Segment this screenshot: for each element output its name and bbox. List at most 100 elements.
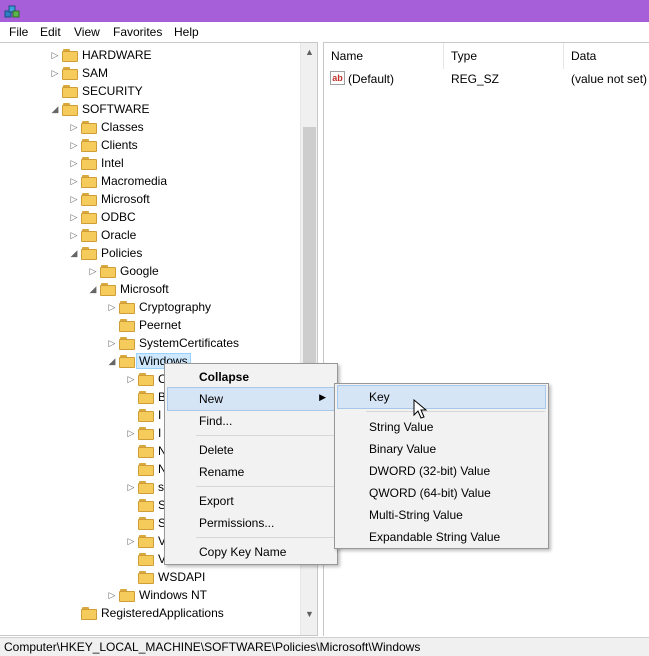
menu-help[interactable]: Help	[174, 25, 199, 39]
folder-icon	[62, 85, 78, 98]
tree-node-label: ODBC	[101, 210, 136, 224]
menu-new[interactable]: New ▶	[167, 387, 335, 411]
column-header-name[interactable]: Name	[324, 43, 444, 69]
tree-node-label: Microsoft	[120, 282, 169, 296]
tree-node[interactable]: ▷ Windows NT	[0, 586, 299, 604]
menu-favorites[interactable]: Favorites	[113, 25, 162, 39]
expand-arrow-icon[interactable]: ▷	[126, 370, 136, 388]
folder-icon	[119, 337, 135, 350]
submenu-multi-string-value[interactable]: Multi-String Value	[338, 504, 545, 526]
scroll-up-icon[interactable]: ▲	[305, 47, 314, 57]
tree-node[interactable]: ▷ Intel	[0, 154, 299, 172]
expand-arrow-icon	[126, 568, 136, 586]
menu-bar: File Edit View Favorites Help	[0, 22, 649, 42]
expand-arrow-icon[interactable]: ▷	[50, 64, 60, 82]
folder-icon	[138, 553, 154, 566]
tree-node[interactable]: ▷ Oracle	[0, 226, 299, 244]
tree-node[interactable]: SECURITY	[0, 82, 299, 100]
menu-rename[interactable]: Rename	[168, 461, 334, 483]
tree-node[interactable]: ▷ Classes	[0, 118, 299, 136]
folder-icon	[100, 265, 116, 278]
folder-icon	[138, 373, 154, 386]
submenu-qword-value[interactable]: QWORD (64-bit) Value	[338, 482, 545, 504]
collapse-arrow-icon[interactable]: ◢	[69, 244, 79, 262]
collapse-arrow-icon[interactable]: ◢	[50, 100, 60, 118]
expand-arrow-icon[interactable]: ▷	[69, 172, 79, 190]
submenu-string-value[interactable]: String Value	[338, 416, 545, 438]
tree-node[interactable]: ▷ ODBC	[0, 208, 299, 226]
tree-node[interactable]: ▷ Microsoft	[0, 190, 299, 208]
tree-node-label: Intel	[101, 156, 124, 170]
value-row[interactable]: ab (Default) REG_SZ (value not set)	[324, 70, 649, 90]
menu-file[interactable]: File	[9, 25, 28, 39]
value-name: (Default)	[348, 72, 395, 86]
folder-icon	[119, 589, 135, 602]
tree-node-label: I	[158, 408, 162, 422]
expand-arrow-icon[interactable]: ▷	[69, 190, 79, 208]
expand-arrow-icon	[126, 406, 136, 424]
tree-node[interactable]: ▷ SystemCertificates	[0, 334, 299, 352]
expand-arrow-icon[interactable]: ▷	[126, 424, 136, 442]
menu-collapse[interactable]: Collapse	[168, 366, 334, 388]
string-value-icon: ab	[330, 71, 345, 85]
column-header-data[interactable]: Data	[564, 43, 649, 69]
expand-arrow-icon	[126, 442, 136, 460]
tree-node-label: Windows NT	[139, 588, 208, 602]
tree-node[interactable]: RegisteredApplications	[0, 604, 299, 622]
expand-arrow-icon[interactable]: ▷	[69, 226, 79, 244]
expand-arrow-icon	[126, 460, 136, 478]
tree-node[interactable]: ◢ SOFTWARE	[0, 100, 299, 118]
tree-node-label: RegisteredApplications	[101, 606, 224, 620]
tree-node[interactable]: WSDAPI	[0, 568, 299, 586]
tree-node[interactable]: ▷ Macromedia	[0, 172, 299, 190]
submenu-dword-value[interactable]: DWORD (32-bit) Value	[338, 460, 545, 482]
tree-node[interactable]: ◢ Microsoft	[0, 280, 299, 298]
new-submenu: Key String Value Binary Value DWORD (32-…	[334, 383, 549, 549]
expand-arrow-icon[interactable]: ▷	[107, 334, 117, 352]
menu-export[interactable]: Export	[168, 490, 334, 512]
menu-edit[interactable]: Edit	[40, 25, 61, 39]
submenu-binary-value[interactable]: Binary Value	[338, 438, 545, 460]
expand-arrow-icon[interactable]: ▷	[126, 478, 136, 496]
tree-node[interactable]: Peernet	[0, 316, 299, 334]
menu-delete[interactable]: Delete	[168, 439, 334, 461]
expand-arrow-icon[interactable]: ▷	[69, 154, 79, 172]
menu-view[interactable]: View	[74, 25, 100, 39]
expand-arrow-icon[interactable]: ▷	[69, 136, 79, 154]
tree-node-label: WSDAPI	[158, 570, 206, 584]
expand-arrow-icon[interactable]: ▷	[88, 262, 98, 280]
menu-find[interactable]: Find...	[168, 410, 334, 432]
value-type: REG_SZ	[451, 72, 500, 86]
tree-node[interactable]: ▷ Clients	[0, 136, 299, 154]
menu-permissions[interactable]: Permissions...	[168, 512, 334, 534]
folder-icon	[138, 463, 154, 476]
menu-separator	[196, 435, 334, 436]
expand-arrow-icon	[50, 82, 60, 100]
expand-arrow-icon[interactable]: ▷	[107, 298, 117, 316]
submenu-key[interactable]: Key	[337, 385, 546, 409]
folder-icon	[138, 481, 154, 494]
tree-node[interactable]: ▷ HARDWARE	[0, 46, 299, 64]
tree-node-label: Microsoft	[101, 192, 150, 206]
expand-arrow-icon[interactable]: ▷	[50, 46, 60, 64]
tree-node-label: Cryptography	[139, 300, 212, 314]
tree-node-label: I	[158, 426, 162, 440]
submenu-expandable-string-value[interactable]: Expandable String Value	[338, 526, 545, 548]
title-bar	[0, 0, 649, 22]
tree-node[interactable]: ▷ SAM	[0, 64, 299, 82]
collapse-arrow-icon[interactable]: ◢	[107, 352, 117, 370]
expand-arrow-icon[interactable]: ▷	[69, 118, 79, 136]
tree-node[interactable]: ◢ Policies	[0, 244, 299, 262]
tree-node[interactable]: ▷ Cryptography	[0, 298, 299, 316]
tree-node[interactable]: ▷ Google	[0, 262, 299, 280]
expand-arrow-icon[interactable]: ▷	[107, 586, 117, 604]
collapse-arrow-icon[interactable]: ◢	[88, 280, 98, 298]
column-header-type[interactable]: Type	[444, 43, 564, 69]
expand-arrow-icon	[126, 550, 136, 568]
scroll-down-icon[interactable]: ▼	[305, 609, 314, 619]
expand-arrow-icon[interactable]: ▷	[126, 532, 136, 550]
tree-node-label: Google	[120, 264, 159, 278]
expand-arrow-icon[interactable]: ▷	[69, 208, 79, 226]
folder-icon	[81, 247, 97, 260]
menu-copy-key-name[interactable]: Copy Key Name	[168, 541, 334, 563]
